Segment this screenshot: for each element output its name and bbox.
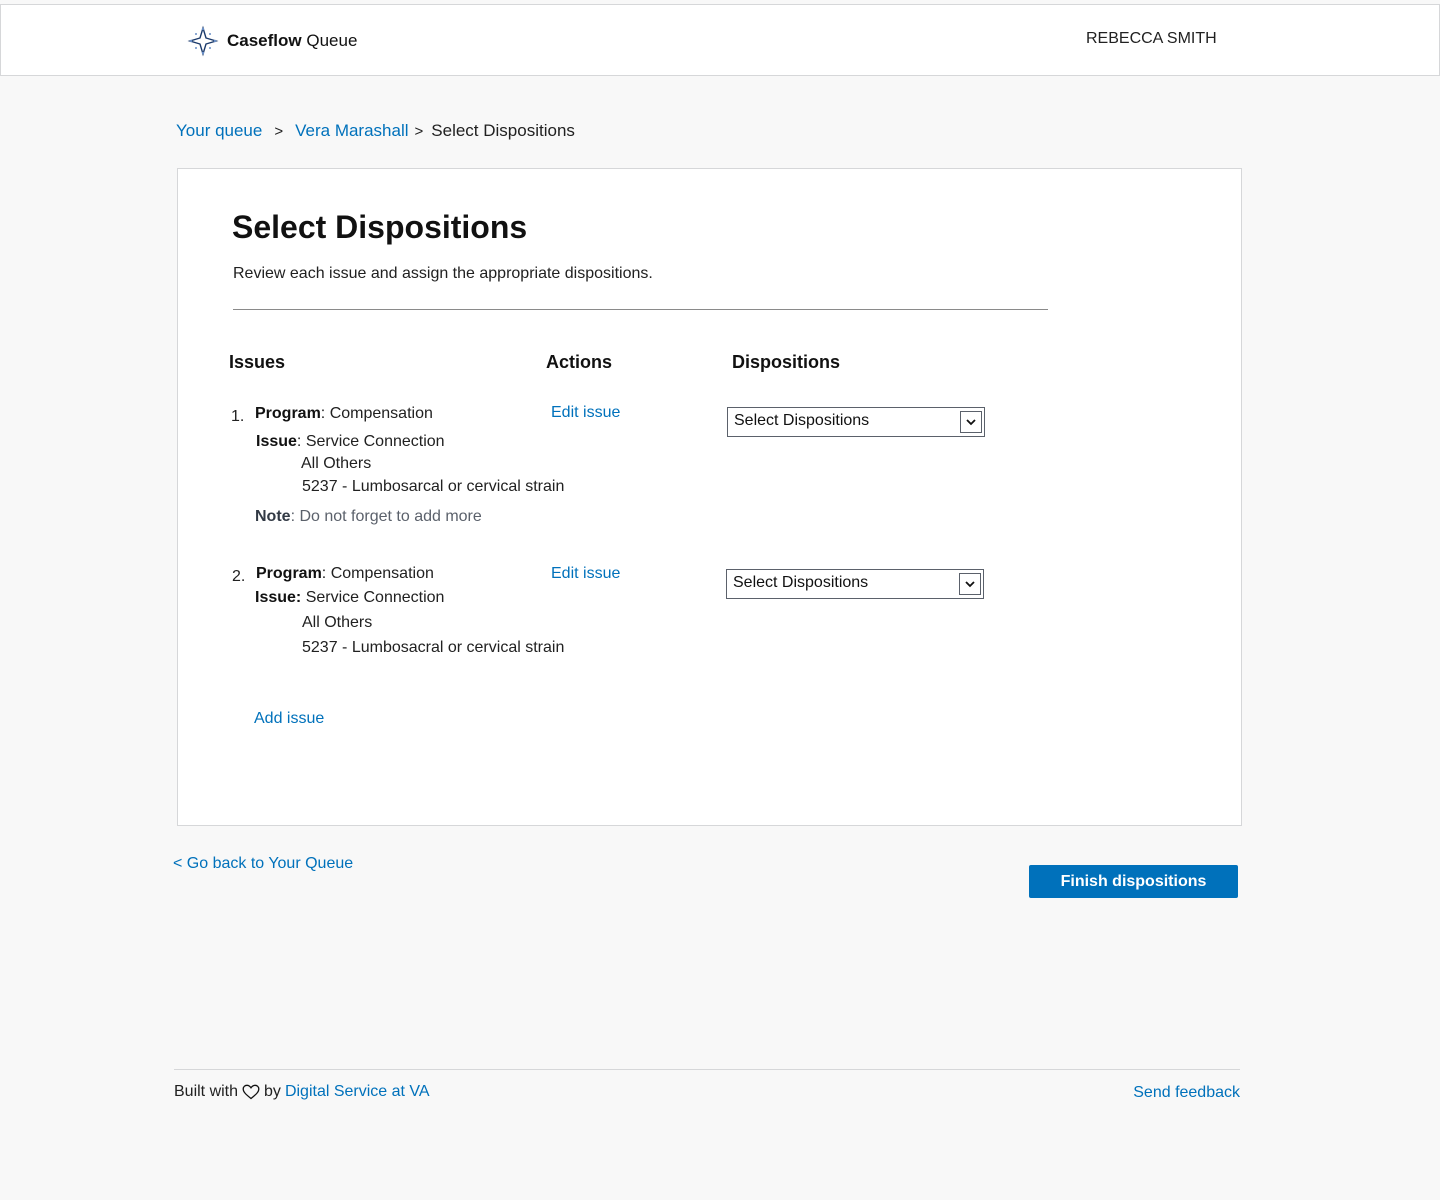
breadcrumb-separator: > [274,122,284,140]
app-name: Caseflow Queue [227,31,357,51]
footer-divider [174,1069,1240,1070]
issue-level-2: 5237 - Lumbosacral or cervical strain [302,639,565,656]
caseflow-logo-icon [187,25,219,57]
issue-number: 1. [231,408,245,425]
digital-service-link[interactable]: Digital Service at VA [285,1083,430,1101]
column-header-dispositions: Dispositions [732,352,841,372]
issue-type: Issue: Service Connection [255,589,444,607]
disposition-select-value: Select Dispositions [734,412,870,429]
issue-label: Issue [256,433,297,450]
issue-type: Issue: Service Connection [256,433,445,451]
heart-icon [242,1084,260,1100]
disposition-select[interactable]: Select Dispositions [727,407,985,437]
program-value: : Compensation [320,405,433,422]
finish-dispositions-button[interactable]: Finish dispositions [1029,865,1238,898]
issue-number: 2. [232,568,246,585]
edit-issue-link[interactable]: Edit issue [551,404,620,422]
program-label: Program [255,405,321,422]
app-name-bold: Caseflow [227,31,302,50]
page-title: Select Dispositions [232,209,528,245]
edit-issue-link[interactable]: Edit issue [551,565,620,583]
page-subtitle: Review each issue and assign the appropr… [233,265,653,282]
app-name-suffix: Queue [306,31,358,50]
breadcrumb-current: Select Dispositions [431,121,575,140]
issue-label: Issue: [255,589,302,606]
send-feedback-link[interactable]: Send feedback [1133,1084,1240,1102]
top-navbar: Caseflow Queue REBECCA SMITH [0,4,1440,76]
breadcrumb-veteran[interactable]: Vera Marashall [295,121,408,141]
disposition-select-value: Select Dispositions [733,574,869,591]
breadcrumb: Your queue > Vera Marashall > Select Dis… [176,121,575,141]
chevron-down-icon[interactable] [960,411,982,433]
note-value: : Do not forget to add more [290,508,482,525]
column-header-issues: Issues [229,352,286,372]
issue-value: : Service Connection [296,433,445,450]
app-brand[interactable]: Caseflow Queue [187,25,357,57]
program-label: Program [256,565,322,582]
issue-level-1: All Others [301,455,372,472]
breadcrumb-your-queue[interactable]: Your queue [176,121,262,141]
user-menu[interactable]: REBECCA SMITH [1086,30,1217,48]
back-to-queue-link[interactable]: < Go back to Your Queue [173,855,353,873]
footer-credit: Built with by Digital Service at VA [174,1083,430,1101]
note-label: Note [255,508,291,525]
footer-by: by [264,1083,281,1100]
program-value: : Compensation [321,565,434,582]
issue-program: Program: Compensation [255,405,433,423]
dispositions-card: Select Dispositions Review each issue an… [177,168,1242,826]
issue-level-1: All Others [302,614,373,631]
add-issue-link[interactable]: Add issue [254,710,324,728]
divider [233,309,1048,310]
breadcrumb-separator: > [414,122,424,140]
column-header-actions: Actions [546,352,613,372]
issue-program: Program: Compensation [256,565,434,583]
issue-level-2: 5237 - Lumbosarcal or cervical strain [302,478,565,495]
issue-value: Service Connection [301,589,445,606]
chevron-down-icon[interactable] [959,573,981,595]
footer-built-with: Built with [174,1083,239,1100]
issue-note: Note: Do not forget to add more [255,508,482,526]
disposition-select[interactable]: Select Dispositions [726,569,984,599]
